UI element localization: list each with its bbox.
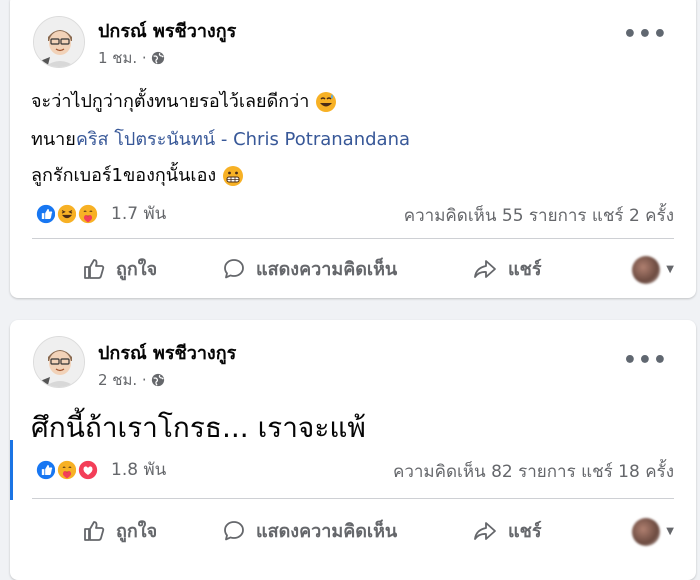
divider [32,238,674,239]
post-text-line3: ลูกรักเบอร์1ของกุนั้นเอง [31,165,217,186]
more-options-icon[interactable]: ••• [623,22,668,47]
like-label: ถูกใจ [116,259,158,280]
comment-button[interactable]: แสดงความคิดเห็น [222,254,397,283]
author-name[interactable]: ปกรณ์ พรชีวางกูร [98,338,236,367]
divider [32,498,674,499]
share-icon [474,521,496,540]
author-name[interactable]: ปกรณ์ พรชีวางกูร [98,16,236,45]
comment-label: แสดงความคิดเห็น [256,521,398,542]
post-card: ปกรณ์ พรชีวางกูร 2 ชม. · ••• ศึกนี้ถ้าเร… [10,320,696,580]
share-label: แชร์ [508,259,542,280]
lawyer-prefix: ทนาย [31,129,76,150]
share-button[interactable]: แชร์ [472,254,542,283]
profile-avatar[interactable] [632,518,660,546]
globe-icon [151,51,164,65]
grinning-sweat-emoji-icon [316,92,337,112]
post-text-line1: จะว่าไปกูว่ากุตั้งทนายรอไว้เลยดีกว่า [31,91,310,112]
comments-shares-count[interactable]: ความคิดเห็น 55 รายการ แชร์ 2 ครั้ง [404,202,674,229]
post-text: ศึกนี้ถ้าเราโกรธ... เราจะแพ้ [31,411,366,444]
thumbs-up-icon [84,520,105,541]
timestamp-text: 1 ชม. · [98,49,147,67]
author-avatar[interactable] [33,16,85,68]
post-text-line: จะว่าไปกูว่ากุตั้งทนายรอไว้เลยดีกว่า [31,86,337,115]
globe-icon [151,373,164,387]
timestamp-text: 2 ชม. · [98,371,147,389]
grimacing-emoji-icon [222,166,243,186]
chevron-down-icon[interactable]: ▼ [666,526,674,537]
post-timestamp[interactable]: 1 ชม. · [98,46,165,70]
care-reaction-icon [76,201,100,226]
share-label: แชร์ [508,521,542,542]
share-button[interactable]: แชร์ [472,516,542,545]
reaction-count[interactable]: 1.7 พัน [111,200,166,227]
thumbs-up-icon [84,258,105,279]
lawyer-profile-link[interactable]: คริส โปตระนันทน์ - Chris Potranandana [76,129,410,150]
like-label: ถูกใจ [116,521,158,542]
like-button[interactable]: ถูกใจ [82,516,157,545]
post-timestamp[interactable]: 2 ชม. · [98,368,165,392]
lawyer-line: ทนายคริส โปตระนันทน์ - Chris Potranandan… [31,124,410,153]
comment-icon [224,258,244,278]
focus-accent-bar [10,440,13,500]
reaction-count[interactable]: 1.8 พัน [111,456,166,483]
love-reaction-icon [76,457,100,482]
author-avatar[interactable] [33,336,85,388]
reactions-summary[interactable]: 1.8 พัน [34,456,166,483]
post-card: ปกรณ์ พรชีวางกูร 1 ชม. · ••• จะว่าไปกูว่… [10,0,696,298]
post-text-line: ลูกรักเบอร์1ของกุนั้นเอง [31,160,244,189]
comment-button[interactable]: แสดงความคิดเห็น [222,516,397,545]
like-button[interactable]: ถูกใจ [82,254,157,283]
share-icon [474,259,496,278]
more-options-icon[interactable]: ••• [623,348,668,373]
profile-avatar[interactable] [632,256,660,284]
comment-icon [224,520,244,540]
comment-label: แสดงความคิดเห็น [256,259,398,280]
chevron-down-icon[interactable]: ▼ [666,264,674,275]
comments-shares-count[interactable]: ความคิดเห็น 82 รายการ แชร์ 18 ครั้ง [393,458,674,485]
reactions-summary[interactable]: 1.7 พัน [34,200,166,227]
